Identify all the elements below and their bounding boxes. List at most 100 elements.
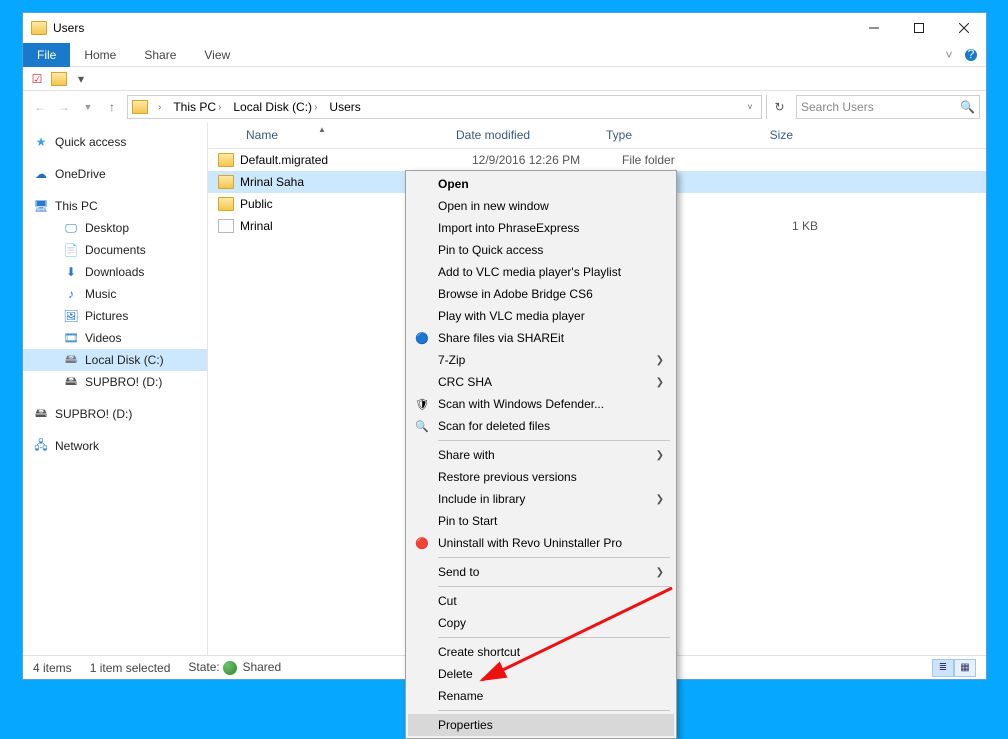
file-icon bbox=[218, 219, 234, 233]
context-menu-label: Scan with Windows Defender... bbox=[438, 397, 604, 411]
status-selected-count: 1 item selected bbox=[90, 661, 171, 675]
context-menu-item[interactable]: Play with VLC media player bbox=[408, 305, 674, 327]
context-menu-item[interactable]: Include in library❯ bbox=[408, 488, 674, 510]
defender-icon: 🛡 bbox=[414, 396, 430, 412]
context-menu-item[interactable]: Open in new window bbox=[408, 195, 674, 217]
address-dropdown-icon[interactable]: ˅ bbox=[739, 96, 761, 118]
drive-icon: 🖴 bbox=[33, 406, 49, 422]
ribbon-expand-icon[interactable]: ˅ bbox=[938, 44, 960, 66]
qat-properties-icon[interactable]: ☑ bbox=[29, 71, 45, 87]
star-icon: ★ bbox=[33, 134, 49, 150]
context-menu-item[interactable]: Rename bbox=[408, 685, 674, 707]
tree-this-pc[interactable]: 🖥This PC bbox=[23, 195, 207, 217]
minimize-button[interactable] bbox=[851, 13, 896, 43]
context-menu-label: Include in library bbox=[438, 492, 525, 506]
context-menu-item[interactable]: Send to❯ bbox=[408, 561, 674, 583]
context-menu-item[interactable]: Share with❯ bbox=[408, 444, 674, 466]
tree-downloads[interactable]: ⬇Downloads bbox=[23, 261, 207, 283]
tree-onedrive[interactable]: ☁OneDrive bbox=[23, 163, 207, 185]
tree-extra-drive[interactable]: 🖴SUPBRO! (D:) bbox=[23, 403, 207, 425]
qat-newfolder-icon[interactable] bbox=[51, 72, 67, 86]
context-menu-item[interactable]: Cut bbox=[408, 590, 674, 612]
breadcrumb-segment[interactable]: Local Disk (C:)› bbox=[229, 96, 321, 118]
documents-icon: 📄 bbox=[63, 242, 79, 258]
svg-text:?: ? bbox=[968, 48, 975, 61]
context-menu-item[interactable]: 🔵Share files via SHAREit bbox=[408, 327, 674, 349]
context-menu-item[interactable]: Browse in Adobe Bridge CS6 bbox=[408, 283, 674, 305]
help-button[interactable]: ? bbox=[960, 44, 982, 66]
pc-icon: 🖥 bbox=[33, 198, 49, 214]
tree-quick-access[interactable]: ★Quick access bbox=[23, 131, 207, 153]
context-menu-item[interactable]: Pin to Start bbox=[408, 510, 674, 532]
breadcrumb-segment[interactable]: This PC› bbox=[169, 96, 225, 118]
context-menu-label: Cut bbox=[438, 594, 457, 608]
breadcrumb-segment[interactable]: › bbox=[154, 96, 165, 118]
context-menu-item[interactable]: CRC SHA❯ bbox=[408, 371, 674, 393]
view-toggle: ≣ ▦ bbox=[932, 659, 976, 677]
tree-documents[interactable]: 📄Documents bbox=[23, 239, 207, 261]
context-menu-separator bbox=[438, 440, 670, 441]
tree-desktop[interactable]: 🖵Desktop bbox=[23, 217, 207, 239]
refresh-button[interactable]: ↻ bbox=[766, 95, 792, 119]
context-menu-item[interactable]: Copy bbox=[408, 612, 674, 634]
tree-network[interactable]: 🖧Network bbox=[23, 435, 207, 457]
chevron-right-icon: ❯ bbox=[656, 450, 664, 461]
network-icon: 🖧 bbox=[33, 438, 49, 454]
chevron-right-icon: ❯ bbox=[656, 355, 664, 366]
folder-icon bbox=[31, 21, 47, 35]
chevron-right-icon: ❯ bbox=[656, 567, 664, 578]
context-menu-item[interactable]: Pin to Quick access bbox=[408, 239, 674, 261]
drive-icon: 🖴 bbox=[63, 374, 79, 390]
breadcrumb-segment[interactable]: Users bbox=[325, 96, 364, 118]
context-menu-item[interactable]: Create shortcut bbox=[408, 641, 674, 663]
context-menu-item[interactable]: Properties bbox=[408, 714, 674, 736]
nav-forward-button[interactable]: → bbox=[53, 96, 75, 118]
maximize-button[interactable] bbox=[896, 13, 941, 43]
file-tab[interactable]: File bbox=[23, 43, 70, 67]
context-menu-label: Pin to Start bbox=[438, 514, 497, 528]
tab-home[interactable]: Home bbox=[70, 43, 130, 67]
context-menu: Open Open in new window Import into Phrase… bbox=[405, 170, 677, 739]
close-button[interactable] bbox=[941, 13, 986, 43]
context-menu-label: Play with VLC media player bbox=[438, 309, 585, 323]
nav-up-button[interactable]: ↑ bbox=[101, 96, 123, 118]
view-large-button[interactable]: ▦ bbox=[954, 659, 976, 677]
context-menu-item[interactable]: Import into PhraseExpress bbox=[408, 217, 674, 239]
file-date: 12/9/2016 12:26 PM bbox=[472, 153, 622, 167]
address-bar[interactable]: › This PC› Local Disk (C:)› Users ˅ bbox=[127, 95, 762, 119]
context-menu-label: Open bbox=[438, 177, 469, 191]
context-menu-item[interactable]: 🛡 Scan with Windows Defender... bbox=[408, 393, 674, 415]
context-menu-item[interactable]: Restore previous versions bbox=[408, 466, 674, 488]
view-details-button[interactable]: ≣ bbox=[932, 659, 954, 677]
file-row[interactable]: Default.migrated12/9/2016 12:26 PMFile f… bbox=[208, 149, 986, 171]
folder-icon bbox=[218, 197, 234, 211]
col-type[interactable]: Type bbox=[598, 123, 718, 148]
context-menu-label: Open in new window bbox=[438, 199, 549, 213]
tree-pictures[interactable]: 🖼Pictures bbox=[23, 305, 207, 327]
context-menu-item[interactable]: Open bbox=[408, 173, 674, 195]
context-menu-item[interactable]: Delete bbox=[408, 663, 674, 685]
tab-share[interactable]: Share bbox=[130, 43, 190, 67]
shared-icon bbox=[223, 661, 237, 675]
nav-history-button[interactable]: ▼ bbox=[77, 96, 99, 118]
context-menu-item[interactable]: 🔴Uninstall with Revo Uninstaller Pro bbox=[408, 532, 674, 554]
qat-customize-icon[interactable]: ▾ bbox=[73, 71, 89, 87]
tree-supbro-d[interactable]: 🖴SUPBRO! (D:) bbox=[23, 371, 207, 393]
col-size[interactable]: Size bbox=[718, 123, 810, 148]
desktop-icon: 🖵 bbox=[63, 220, 79, 236]
search-icon: 🔍 bbox=[960, 100, 975, 114]
tree-videos[interactable]: 🎞Videos bbox=[23, 327, 207, 349]
pictures-icon: 🖼 bbox=[63, 308, 79, 324]
nav-back-button[interactable]: ← bbox=[29, 96, 51, 118]
col-date[interactable]: Date modified bbox=[448, 123, 598, 148]
tab-view[interactable]: View bbox=[190, 43, 244, 67]
context-menu-item[interactable]: 🔍Scan for deleted files bbox=[408, 415, 674, 437]
tree-local-disk[interactable]: 🖴Local Disk (C:) bbox=[23, 349, 207, 371]
context-menu-item[interactable]: Add to VLC media player's Playlist bbox=[408, 261, 674, 283]
file-size: 1 KB bbox=[742, 219, 834, 233]
col-name[interactable]: Name▲ bbox=[208, 123, 448, 148]
tree-music[interactable]: ♪Music bbox=[23, 283, 207, 305]
revo-icon: 🔴 bbox=[414, 535, 430, 551]
search-input[interactable]: Search Users 🔍 bbox=[796, 95, 980, 119]
context-menu-item[interactable]: 7-Zip❯ bbox=[408, 349, 674, 371]
